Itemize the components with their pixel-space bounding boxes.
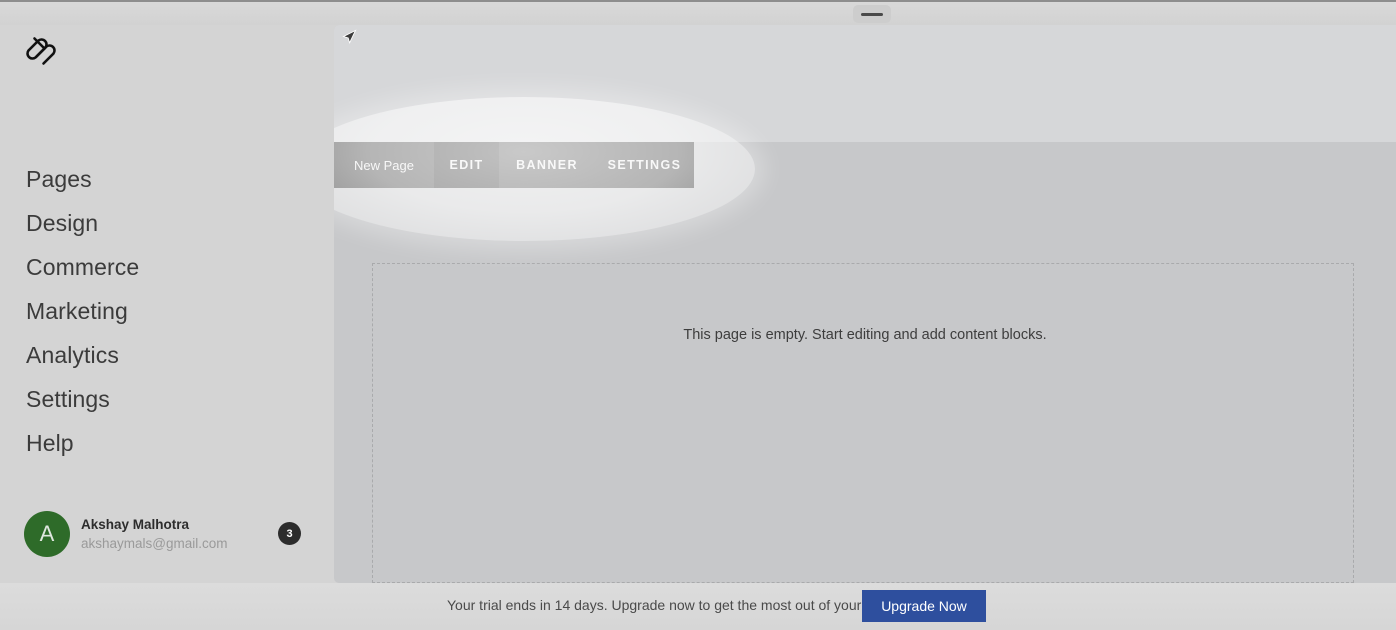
mouse-pointer-arrow-icon <box>342 29 358 49</box>
sidebar-item-help[interactable]: Help <box>0 421 334 465</box>
tab-banner[interactable]: BANNER <box>499 142 595 188</box>
site-preview-panel: New Page EDIT BANNER SETTINGS This page … <box>334 25 1396 583</box>
account-row[interactable]: A Akshay Malhotra akshaymals@gmail.com 3 <box>0 505 334 561</box>
window-title-bar <box>0 2 1396 25</box>
account-name: Akshay Malhotra <box>81 517 190 532</box>
empty-page-message: This page is empty. Start editing and ad… <box>683 327 1047 343</box>
tab-edit[interactable]: EDIT <box>434 142 499 188</box>
trial-banner: Your trial ends in 14 days. Upgrade now … <box>0 583 1396 630</box>
account-email: akshaymals@gmail.com <box>81 536 228 551</box>
upgrade-now-button[interactable]: Upgrade Now <box>862 590 986 622</box>
avatar-initial: A <box>39 521 55 546</box>
sidebar-item-commerce[interactable]: Commerce <box>0 245 334 289</box>
page-toolbar: New Page EDIT BANNER SETTINGS <box>334 142 694 188</box>
new-page-button[interactable]: New Page <box>334 142 434 188</box>
avatar: A <box>24 511 70 557</box>
sidebar-item-analytics[interactable]: Analytics <box>0 333 334 377</box>
sidebar-item-marketing[interactable]: Marketing <box>0 289 334 333</box>
squarespace-admin-window: Pages Design Commerce Marketing Analytic… <box>0 0 1396 630</box>
trial-message: Your trial ends in 14 days. Upgrade now … <box>447 597 891 613</box>
window-drag-handle[interactable] <box>853 5 891 23</box>
sidebar-item-pages[interactable]: Pages <box>0 157 334 201</box>
sidebar-nav: Pages Design Commerce Marketing Analytic… <box>0 157 334 465</box>
sidebar: Pages Design Commerce Marketing Analytic… <box>0 2 334 630</box>
preview-top-band <box>334 25 1396 142</box>
tab-settings[interactable]: SETTINGS <box>595 142 694 188</box>
window-top-border <box>0 0 1396 2</box>
squarespace-logo-icon[interactable] <box>22 29 62 69</box>
notification-badge[interactable]: 3 <box>278 522 301 545</box>
empty-content-dropzone[interactable] <box>372 263 1354 583</box>
sidebar-item-design[interactable]: Design <box>0 201 334 245</box>
sidebar-item-settings[interactable]: Settings <box>0 377 334 421</box>
drag-handle-bar <box>861 12 883 16</box>
